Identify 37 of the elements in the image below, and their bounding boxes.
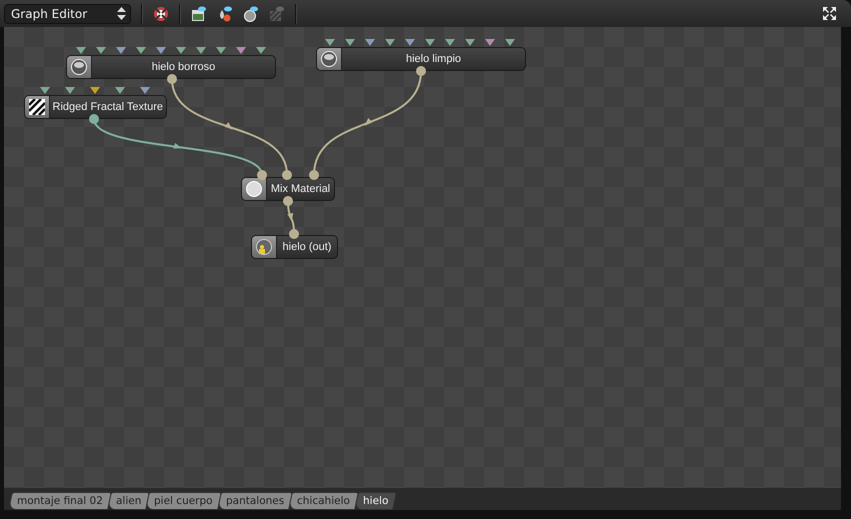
node[interactable]: Mix Material xyxy=(241,177,335,201)
graph-tab[interactable]: hielo xyxy=(354,492,398,510)
graph-tab[interactable]: montaje final 02 xyxy=(8,492,112,510)
node[interactable]: hielo limpio xyxy=(316,47,526,71)
node-title: hielo limpio xyxy=(404,53,462,65)
output-socket-icon[interactable] xyxy=(283,196,293,206)
node-title: Mix Material xyxy=(270,183,332,195)
input-socket-icon[interactable] xyxy=(289,229,299,239)
striped-eye-icon[interactable] xyxy=(269,6,285,22)
graph-tab[interactable]: chicahielo xyxy=(288,492,359,510)
editor-select[interactable]: Graph Editor xyxy=(4,4,131,24)
node-title: Ridged Fractal Texture xyxy=(52,101,164,113)
glass-sphere-icon xyxy=(71,59,87,75)
node-title: hielo (out) xyxy=(282,241,332,253)
sphere-icon xyxy=(246,181,262,197)
graph-tab[interactable]: pantalones xyxy=(216,492,294,510)
input-socket-icon[interactable] xyxy=(309,170,319,180)
node[interactable]: hielo (out) xyxy=(251,235,338,259)
fullscreen-icon[interactable] xyxy=(822,6,837,21)
target-arrows-icon[interactable] xyxy=(153,6,169,22)
graph-tab[interactable]: alien xyxy=(107,492,150,510)
updown-arrows-icon xyxy=(117,7,126,20)
node-title: hielo borroso xyxy=(150,61,216,73)
drop-eye-icon[interactable] xyxy=(217,6,233,22)
sphere-person-icon xyxy=(256,239,272,255)
input-socket-icon[interactable] xyxy=(282,170,292,180)
glass-sphere-icon xyxy=(321,51,337,67)
output-socket-icon[interactable] xyxy=(167,74,177,84)
output-socket-icon[interactable] xyxy=(416,66,426,76)
output-socket-icon[interactable] xyxy=(89,114,99,124)
node[interactable]: hielo borroso xyxy=(66,55,276,79)
input-socket-icon[interactable] xyxy=(257,170,267,180)
sphere-eye-icon[interactable] xyxy=(243,6,259,22)
node[interactable]: Ridged Fractal Texture xyxy=(24,95,167,119)
image-eye-icon[interactable] xyxy=(191,6,207,22)
striped-texture-icon xyxy=(28,99,45,115)
graph-tab[interactable]: piel cuerpo xyxy=(145,492,222,510)
